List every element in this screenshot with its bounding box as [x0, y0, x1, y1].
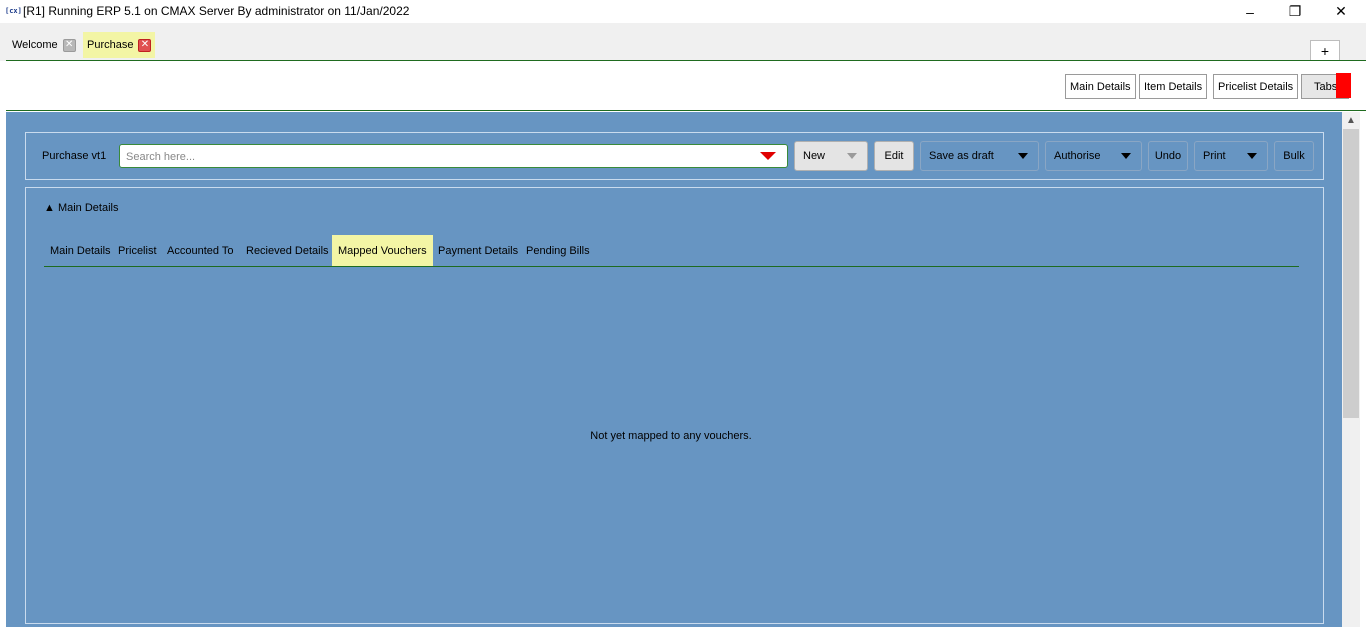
print-label: Print: [1203, 150, 1226, 162]
app-icon: [cx]: [5, 7, 22, 15]
tab-main-details[interactable]: Main Details: [44, 235, 117, 266]
close-icon: ✕: [1335, 3, 1347, 19]
minimize-icon: –: [1246, 3, 1254, 20]
edit-button[interactable]: Edit: [874, 141, 914, 171]
chevron-down-icon: [837, 142, 867, 170]
chevron-down-icon[interactable]: [1237, 142, 1267, 170]
empty-state-message: Not yet mapped to any vouchers.: [590, 430, 752, 442]
restore-button[interactable]: ❐: [1272, 0, 1318, 23]
doc-tab-purchase[interactable]: Purchase ✕: [83, 32, 156, 58]
scroll-thumb[interactable]: [1343, 129, 1359, 418]
authorise-button[interactable]: Authorise: [1045, 141, 1142, 171]
search-dropdown-icon[interactable]: [760, 152, 776, 160]
new-tab-button[interactable]: +: [1310, 40, 1340, 61]
tab-close-icon[interactable]: ✕: [62, 38, 76, 52]
tab-pricelist[interactable]: Pricelist: [112, 235, 163, 266]
new-dropdown[interactable]: New: [794, 141, 868, 171]
plus-icon: +: [1320, 42, 1330, 59]
chevron-down-icon[interactable]: [1111, 142, 1141, 170]
tab-mapped-vouchers[interactable]: Mapped Vouchers: [332, 235, 433, 266]
undo-button[interactable]: Undo: [1148, 141, 1188, 171]
main-details-button[interactable]: Main Details: [1065, 74, 1136, 99]
tab-close-icon[interactable]: ✕: [138, 38, 152, 52]
scroll-up-icon[interactable]: ▲: [1342, 112, 1360, 129]
save-draft-button[interactable]: Save as draft: [920, 141, 1039, 171]
print-button[interactable]: Print: [1194, 141, 1268, 171]
voucher-type-label: Purchase vt1: [42, 150, 107, 162]
save-draft-label: Save as draft: [929, 150, 994, 162]
red-marker: [1336, 73, 1351, 98]
bulk-label: Bulk: [1283, 150, 1305, 162]
new-label: New: [803, 150, 826, 162]
authorise-label: Authorise: [1054, 150, 1101, 162]
undo-label: Undo: [1154, 150, 1182, 162]
search-field[interactable]: [119, 144, 788, 168]
tab-payment-details[interactable]: Payment Details: [432, 235, 524, 266]
item-details-button[interactable]: Item Details: [1139, 74, 1208, 99]
vertical-scrollbar[interactable]: ▲: [1342, 112, 1360, 627]
search-input[interactable]: [126, 149, 746, 164]
restore-icon: ❐: [1288, 3, 1302, 19]
tab-received-details[interactable]: Recieved Details: [240, 235, 335, 266]
main-details-toggle[interactable]: ▲ Main Details: [44, 202, 118, 214]
doc-tab-label: Purchase: [87, 39, 134, 51]
window-title: [R1] Running ERP 5.1 on CMAX Server By a…: [23, 4, 410, 18]
top-panel: Main Details Item Details Pricelist Deta…: [6, 60, 1366, 111]
pricelist-details-button[interactable]: Pricelist Details: [1213, 74, 1299, 99]
doc-tab-label: Welcome: [12, 39, 58, 51]
doc-tab-welcome[interactable]: Welcome ✕: [8, 32, 80, 58]
edit-label: Edit: [884, 150, 904, 162]
tabs-divider: [44, 266, 1299, 267]
minimize-button[interactable]: –: [1227, 0, 1273, 23]
bulk-button[interactable]: Bulk: [1274, 141, 1314, 171]
document-tabstrip: Welcome ✕ Purchase ✕ +: [0, 23, 1366, 61]
close-button[interactable]: ✕: [1318, 0, 1364, 23]
tab-accounted-to[interactable]: Accounted To: [161, 235, 239, 266]
chevron-down-icon[interactable]: [1008, 142, 1038, 170]
tab-pending-bills[interactable]: Pending Bills: [520, 235, 596, 266]
window-titlebar: [cx] [R1] Running ERP 5.1 on CMAX Server…: [0, 0, 1366, 23]
